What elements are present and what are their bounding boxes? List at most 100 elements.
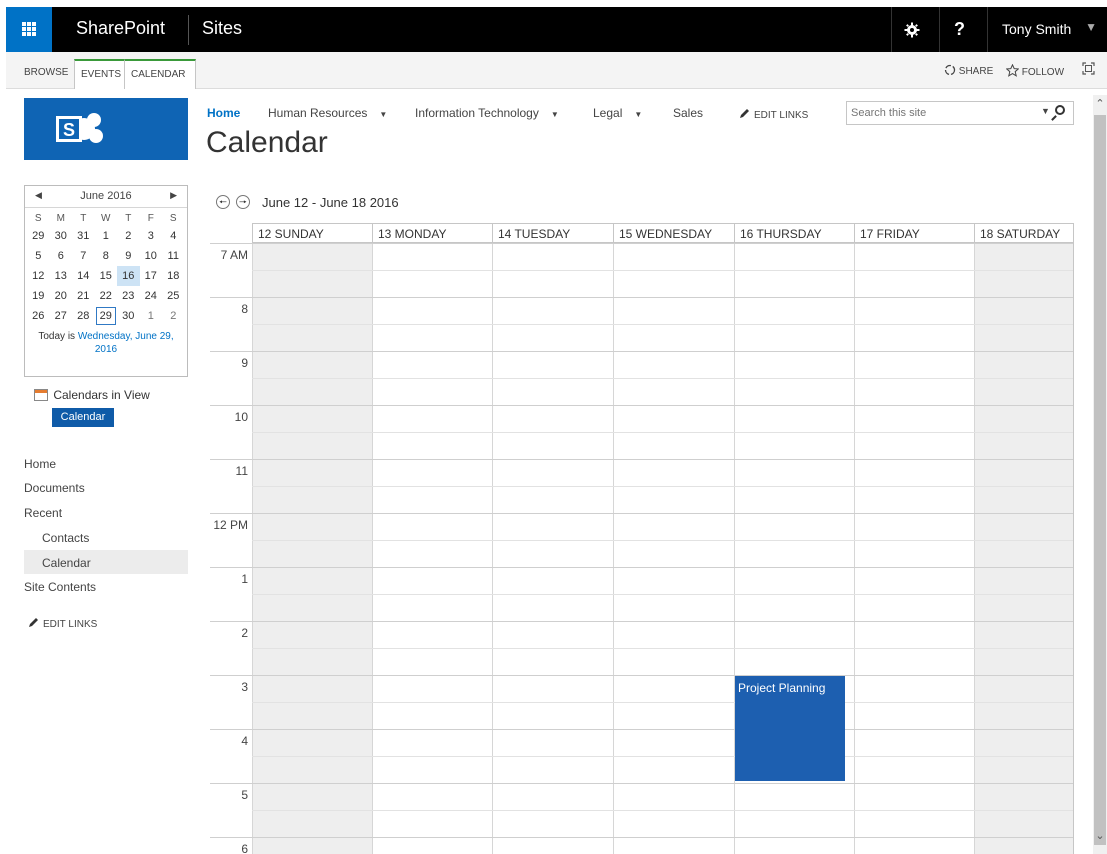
weekday-label: M <box>56 212 65 224</box>
leftnav-site-contents[interactable]: Site Contents <box>24 580 96 594</box>
day-column-tuesday[interactable] <box>492 243 613 854</box>
chevron-down-icon: ▼ <box>379 110 388 119</box>
date-cell[interactable]: 9 <box>117 246 140 266</box>
next-month-icon[interactable]: ▶ <box>170 190 177 201</box>
date-cell[interactable]: 22 <box>95 286 118 306</box>
calendar-overlay-badge[interactable]: Calendar <box>52 408 114 427</box>
date-cell[interactable]: 19 <box>27 286 50 306</box>
date-cell[interactable]: 15 <box>95 266 118 286</box>
day-header[interactable]: 12 SUNDAY <box>252 224 372 243</box>
day-column-saturday[interactable] <box>974 243 1074 854</box>
day-column-sunday[interactable] <box>252 243 372 854</box>
date-cell[interactable]: 25 <box>162 286 185 306</box>
prev-month-icon[interactable]: ◀ <box>35 190 42 201</box>
leftnav-documents[interactable]: Documents <box>24 481 85 495</box>
search-scope-dropdown-icon[interactable]: ▼ <box>1041 106 1050 116</box>
day-header[interactable]: 16 THURSDAY <box>734 224 854 243</box>
next-week-icon[interactable]: 🠖 <box>236 195 250 209</box>
date-cell[interactable]: 13 <box>50 266 73 286</box>
date-cell[interactable]: 12 <box>27 266 50 286</box>
scroll-up-icon[interactable]: ⌃ <box>1094 97 1106 111</box>
date-cell[interactable]: 24 <box>140 286 163 306</box>
gear-icon <box>904 22 919 38</box>
focus-mode-icon[interactable] <box>1082 62 1095 78</box>
tab-events[interactable]: EVENTS <box>74 59 126 89</box>
day-header[interactable]: 14 TUESDAY <box>492 224 613 243</box>
date-cell[interactable]: 6 <box>50 246 73 266</box>
date-cell[interactable]: 17 <box>140 266 163 286</box>
leftnav-contacts[interactable]: Contacts <box>42 531 89 545</box>
date-cell[interactable]: 2 <box>162 306 185 326</box>
date-cell[interactable]: 5 <box>27 246 50 266</box>
date-cell[interactable]: 26 <box>27 306 50 326</box>
user-menu[interactable]: Tony Smith ▼ <box>987 7 1107 52</box>
date-picker: June 2016 ◀ ▶ S M T W T F S 29 30 31 1 2… <box>24 185 188 377</box>
scroll-down-icon[interactable]: ⌄ <box>1094 829 1106 843</box>
hour-line <box>210 567 1074 568</box>
date-cell[interactable]: 20 <box>50 286 73 306</box>
date-cell[interactable]: 30 <box>117 306 140 326</box>
follow-button[interactable]: FOLLOW <box>1005 63 1065 78</box>
date-cell[interactable]: 18 <box>162 266 185 286</box>
topnav-home[interactable]: Home <box>207 106 240 120</box>
date-cell[interactable]: 4 <box>162 226 185 246</box>
date-cell[interactable]: 29 <box>27 226 50 246</box>
app-launcher-icon[interactable] <box>6 7 52 52</box>
day-column-friday[interactable] <box>854 243 974 854</box>
tab-browse[interactable]: BROWSE <box>18 59 74 89</box>
date-cell[interactable]: 27 <box>50 306 73 326</box>
today-link[interactable]: Wednesday, June 29, 2016 <box>78 331 174 355</box>
sites-link[interactable]: Sites <box>202 18 242 39</box>
date-cell[interactable]: 31 <box>72 226 95 246</box>
date-cell[interactable]: 14 <box>72 266 95 286</box>
search-input[interactable] <box>851 103 1031 123</box>
date-cell-today[interactable]: 29 <box>95 306 118 326</box>
day-column-monday[interactable] <box>372 243 492 854</box>
date-cell[interactable]: 3 <box>140 226 163 246</box>
date-cell[interactable]: 8 <box>95 246 118 266</box>
date-cell[interactable]: 1 <box>95 226 118 246</box>
topnav-edit-links[interactable]: EDIT LINKS <box>739 108 808 121</box>
day-header[interactable]: 15 WEDNESDAY <box>613 224 734 243</box>
date-cell[interactable]: 10 <box>140 246 163 266</box>
date-cell[interactable]: 11 <box>162 246 185 266</box>
date-cell[interactable]: 30 <box>50 226 73 246</box>
day-header[interactable]: 17 FRIDAY <box>854 224 974 243</box>
date-cell[interactable]: 21 <box>72 286 95 306</box>
suite-bar: SharePoint Sites ? Tony Smith ▼ <box>6 7 1107 52</box>
date-cell-selected[interactable]: 16 <box>117 266 140 286</box>
day-header[interactable]: 18 SATURDAY <box>974 224 1074 243</box>
prev-week-icon[interactable]: 🠔 <box>216 195 230 209</box>
settings-button[interactable] <box>891 7 931 52</box>
pencil-icon <box>740 109 749 118</box>
site-logo[interactable]: S <box>24 98 188 160</box>
topnav-sales[interactable]: Sales <box>673 106 703 120</box>
tab-calendar[interactable]: CALENDAR <box>124 59 196 89</box>
date-cell[interactable]: 2 <box>117 226 140 246</box>
day-column-wednesday[interactable] <box>613 243 734 854</box>
scrollbar[interactable]: ⌃ ⌄ <box>1093 95 1107 854</box>
follow-label: FOLLOW <box>1021 67 1065 78</box>
leftnav-edit-links[interactable]: EDIT LINKS <box>28 617 97 630</box>
search-icon[interactable] <box>1055 105 1065 115</box>
calendar-event[interactable]: Project Planning <box>735 676 845 781</box>
leftnav-home[interactable]: Home <box>24 457 56 471</box>
time-label: 9 <box>241 356 248 370</box>
date-cell[interactable]: 23 <box>117 286 140 306</box>
date-cell[interactable]: 28 <box>72 306 95 326</box>
week-range: June 12 - June 18 2016 <box>262 195 399 210</box>
date-cell[interactable]: 1 <box>140 306 163 326</box>
half-hour-line <box>252 432 1074 433</box>
share-button[interactable]: SHARE <box>944 64 993 77</box>
topnav-human-resources[interactable]: Human Resources ▼ <box>268 106 387 120</box>
topnav-legal[interactable]: Legal ▼ <box>593 106 642 120</box>
topnav-information-technology[interactable]: Information Technology ▼ <box>415 106 559 120</box>
time-label: 5 <box>241 788 248 802</box>
leftnav-calendar[interactable]: Calendar <box>24 550 188 574</box>
leftnav-recent[interactable]: Recent <box>24 506 62 520</box>
scrollbar-thumb[interactable] <box>1094 115 1106 845</box>
date-cell[interactable]: 7 <box>72 246 95 266</box>
brand-link[interactable]: SharePoint <box>76 18 165 39</box>
help-button[interactable]: ? <box>939 7 979 52</box>
day-header[interactable]: 13 MONDAY <box>372 224 492 243</box>
